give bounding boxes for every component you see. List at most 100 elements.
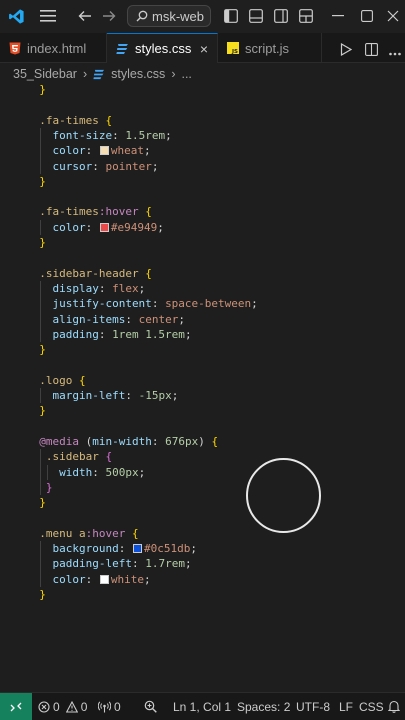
toggle-sidebar-icon[interactable] xyxy=(222,6,240,26)
tab-label: index.html xyxy=(27,40,87,56)
code-line: margin-left: -15px; xyxy=(52,388,178,403)
back-arrow-icon[interactable] xyxy=(75,6,95,26)
tab-script-js[interactable]: JS script.js xyxy=(218,33,322,63)
close-tab-icon[interactable]: × xyxy=(200,41,208,57)
hamburger-menu-icon[interactable] xyxy=(38,6,58,26)
warning-count: 0 xyxy=(80,699,88,714)
code-token: .logo xyxy=(39,373,73,387)
cursor-position[interactable]: Ln 1, Col 1 xyxy=(173,693,231,720)
code-token: center xyxy=(138,312,179,326)
code-token: { xyxy=(105,450,113,464)
code-token: 1.5rem xyxy=(125,128,166,142)
command-center-search[interactable]: msk-web xyxy=(127,5,211,27)
ports-indicator[interactable]: 0 xyxy=(98,693,121,720)
zoom-icon[interactable] xyxy=(144,693,157,720)
code-line: align-items: center; xyxy=(52,312,184,327)
code-token: ; xyxy=(138,465,146,479)
code-token: { xyxy=(131,526,139,540)
code-token: { xyxy=(105,113,113,127)
code-line: } xyxy=(39,174,46,189)
touch-indicator xyxy=(246,458,321,533)
code-token: flex xyxy=(112,281,139,295)
tab-index-html[interactable]: index.html xyxy=(0,33,107,63)
breadcrumb-folder[interactable]: 35_Sidebar xyxy=(13,67,77,81)
code-line: .fa-times { xyxy=(39,113,112,128)
toggle-panel-icon[interactable] xyxy=(247,6,265,26)
indent-guide xyxy=(40,541,42,587)
close-window-icon[interactable] xyxy=(383,6,403,26)
code-token: : xyxy=(85,572,99,586)
problems-indicator[interactable]: 0 0 xyxy=(38,693,87,720)
minimize-icon[interactable] xyxy=(327,6,349,26)
language-mode[interactable]: CSS xyxy=(359,693,384,720)
indent-guide xyxy=(40,280,42,343)
code-token: .sidebar xyxy=(45,450,99,464)
code-line: } xyxy=(39,587,46,602)
ports-count: 0 xyxy=(114,699,121,714)
code-token: ; xyxy=(178,312,185,326)
breadcrumb-separator: › xyxy=(82,67,88,81)
end-of-line[interactable]: LF xyxy=(339,693,353,720)
code-token: align-items xyxy=(52,312,126,326)
code-token: { xyxy=(145,205,152,219)
code-token: : xyxy=(92,465,106,479)
code-line: padding-left: 1.7rem; xyxy=(52,556,191,571)
color-swatch[interactable] xyxy=(132,544,142,553)
code-token: white xyxy=(110,572,144,586)
remote-icon[interactable] xyxy=(0,693,32,720)
code-token: } xyxy=(39,83,46,96)
forward-arrow-icon[interactable] xyxy=(99,6,119,26)
code-token: ; xyxy=(151,159,159,173)
indentation[interactable]: Spaces: 2 xyxy=(237,693,290,720)
color-swatch[interactable] xyxy=(99,574,109,584)
tab-styles-css[interactable]: styles.css × xyxy=(107,33,218,63)
code-token: ; xyxy=(143,144,151,158)
code-token: : xyxy=(118,542,132,555)
code-token: :hover xyxy=(85,526,126,540)
color-swatch[interactable] xyxy=(99,222,109,232)
notifications-icon[interactable] xyxy=(388,693,400,720)
editor-tab-bar: index.html styles.css × JS script.js xyxy=(0,33,405,63)
encoding[interactable]: UTF-8 xyxy=(296,693,330,720)
code-token: ) xyxy=(198,434,212,448)
code-token: @media xyxy=(39,434,79,448)
code-line: font-size: 1.5rem; xyxy=(52,128,171,143)
code-token: ; xyxy=(190,542,197,555)
code-token: } xyxy=(39,174,46,188)
code-token: } xyxy=(45,480,53,494)
code-line: background: #0c51db; xyxy=(52,541,196,556)
code-line: color: wheat; xyxy=(52,143,150,158)
split-editor-icon[interactable] xyxy=(365,41,378,60)
code-token: font-size xyxy=(52,128,113,142)
search-icon xyxy=(136,10,148,22)
html5-icon xyxy=(9,42,21,54)
error-icon xyxy=(38,700,50,713)
code-token: .fa-times xyxy=(39,113,99,127)
maximize-icon[interactable] xyxy=(356,6,378,26)
warning-icon xyxy=(65,700,78,713)
more-actions-icon[interactable] xyxy=(389,41,401,60)
color-swatch[interactable] xyxy=(99,146,109,156)
code-token: justify-content xyxy=(52,297,152,311)
run-icon[interactable] xyxy=(340,41,353,60)
toggle-secondary-sidebar-icon[interactable] xyxy=(272,6,290,26)
code-token: : xyxy=(131,557,146,571)
code-token: .menu a xyxy=(39,526,86,540)
code-line: } xyxy=(39,342,46,357)
breadcrumb-file[interactable]: styles.css xyxy=(111,67,165,81)
code-token: cursor xyxy=(52,159,93,173)
code-line: color: #e94949; xyxy=(52,220,163,235)
code-token: : xyxy=(98,327,113,341)
code-line: cursor: pointer; xyxy=(52,159,158,174)
status-bar: 0 0 0 Ln 1, Col 1 Spaces: 2 UTF-8 LF CSS xyxy=(0,692,405,720)
code-line: .sidebar { xyxy=(46,449,112,464)
customize-layout-icon[interactable] xyxy=(297,6,315,26)
code-line: color: white; xyxy=(52,572,150,587)
search-text: msk-web xyxy=(152,8,205,24)
code-editor[interactable]: } .fa-times {font-size: 1.5rem; color: whe… xyxy=(0,80,405,692)
code-token: :hover xyxy=(98,205,139,219)
code-token: 500px xyxy=(105,465,139,479)
breadcrumb-more[interactable]: ... xyxy=(181,67,191,81)
code-token: color xyxy=(52,220,86,234)
